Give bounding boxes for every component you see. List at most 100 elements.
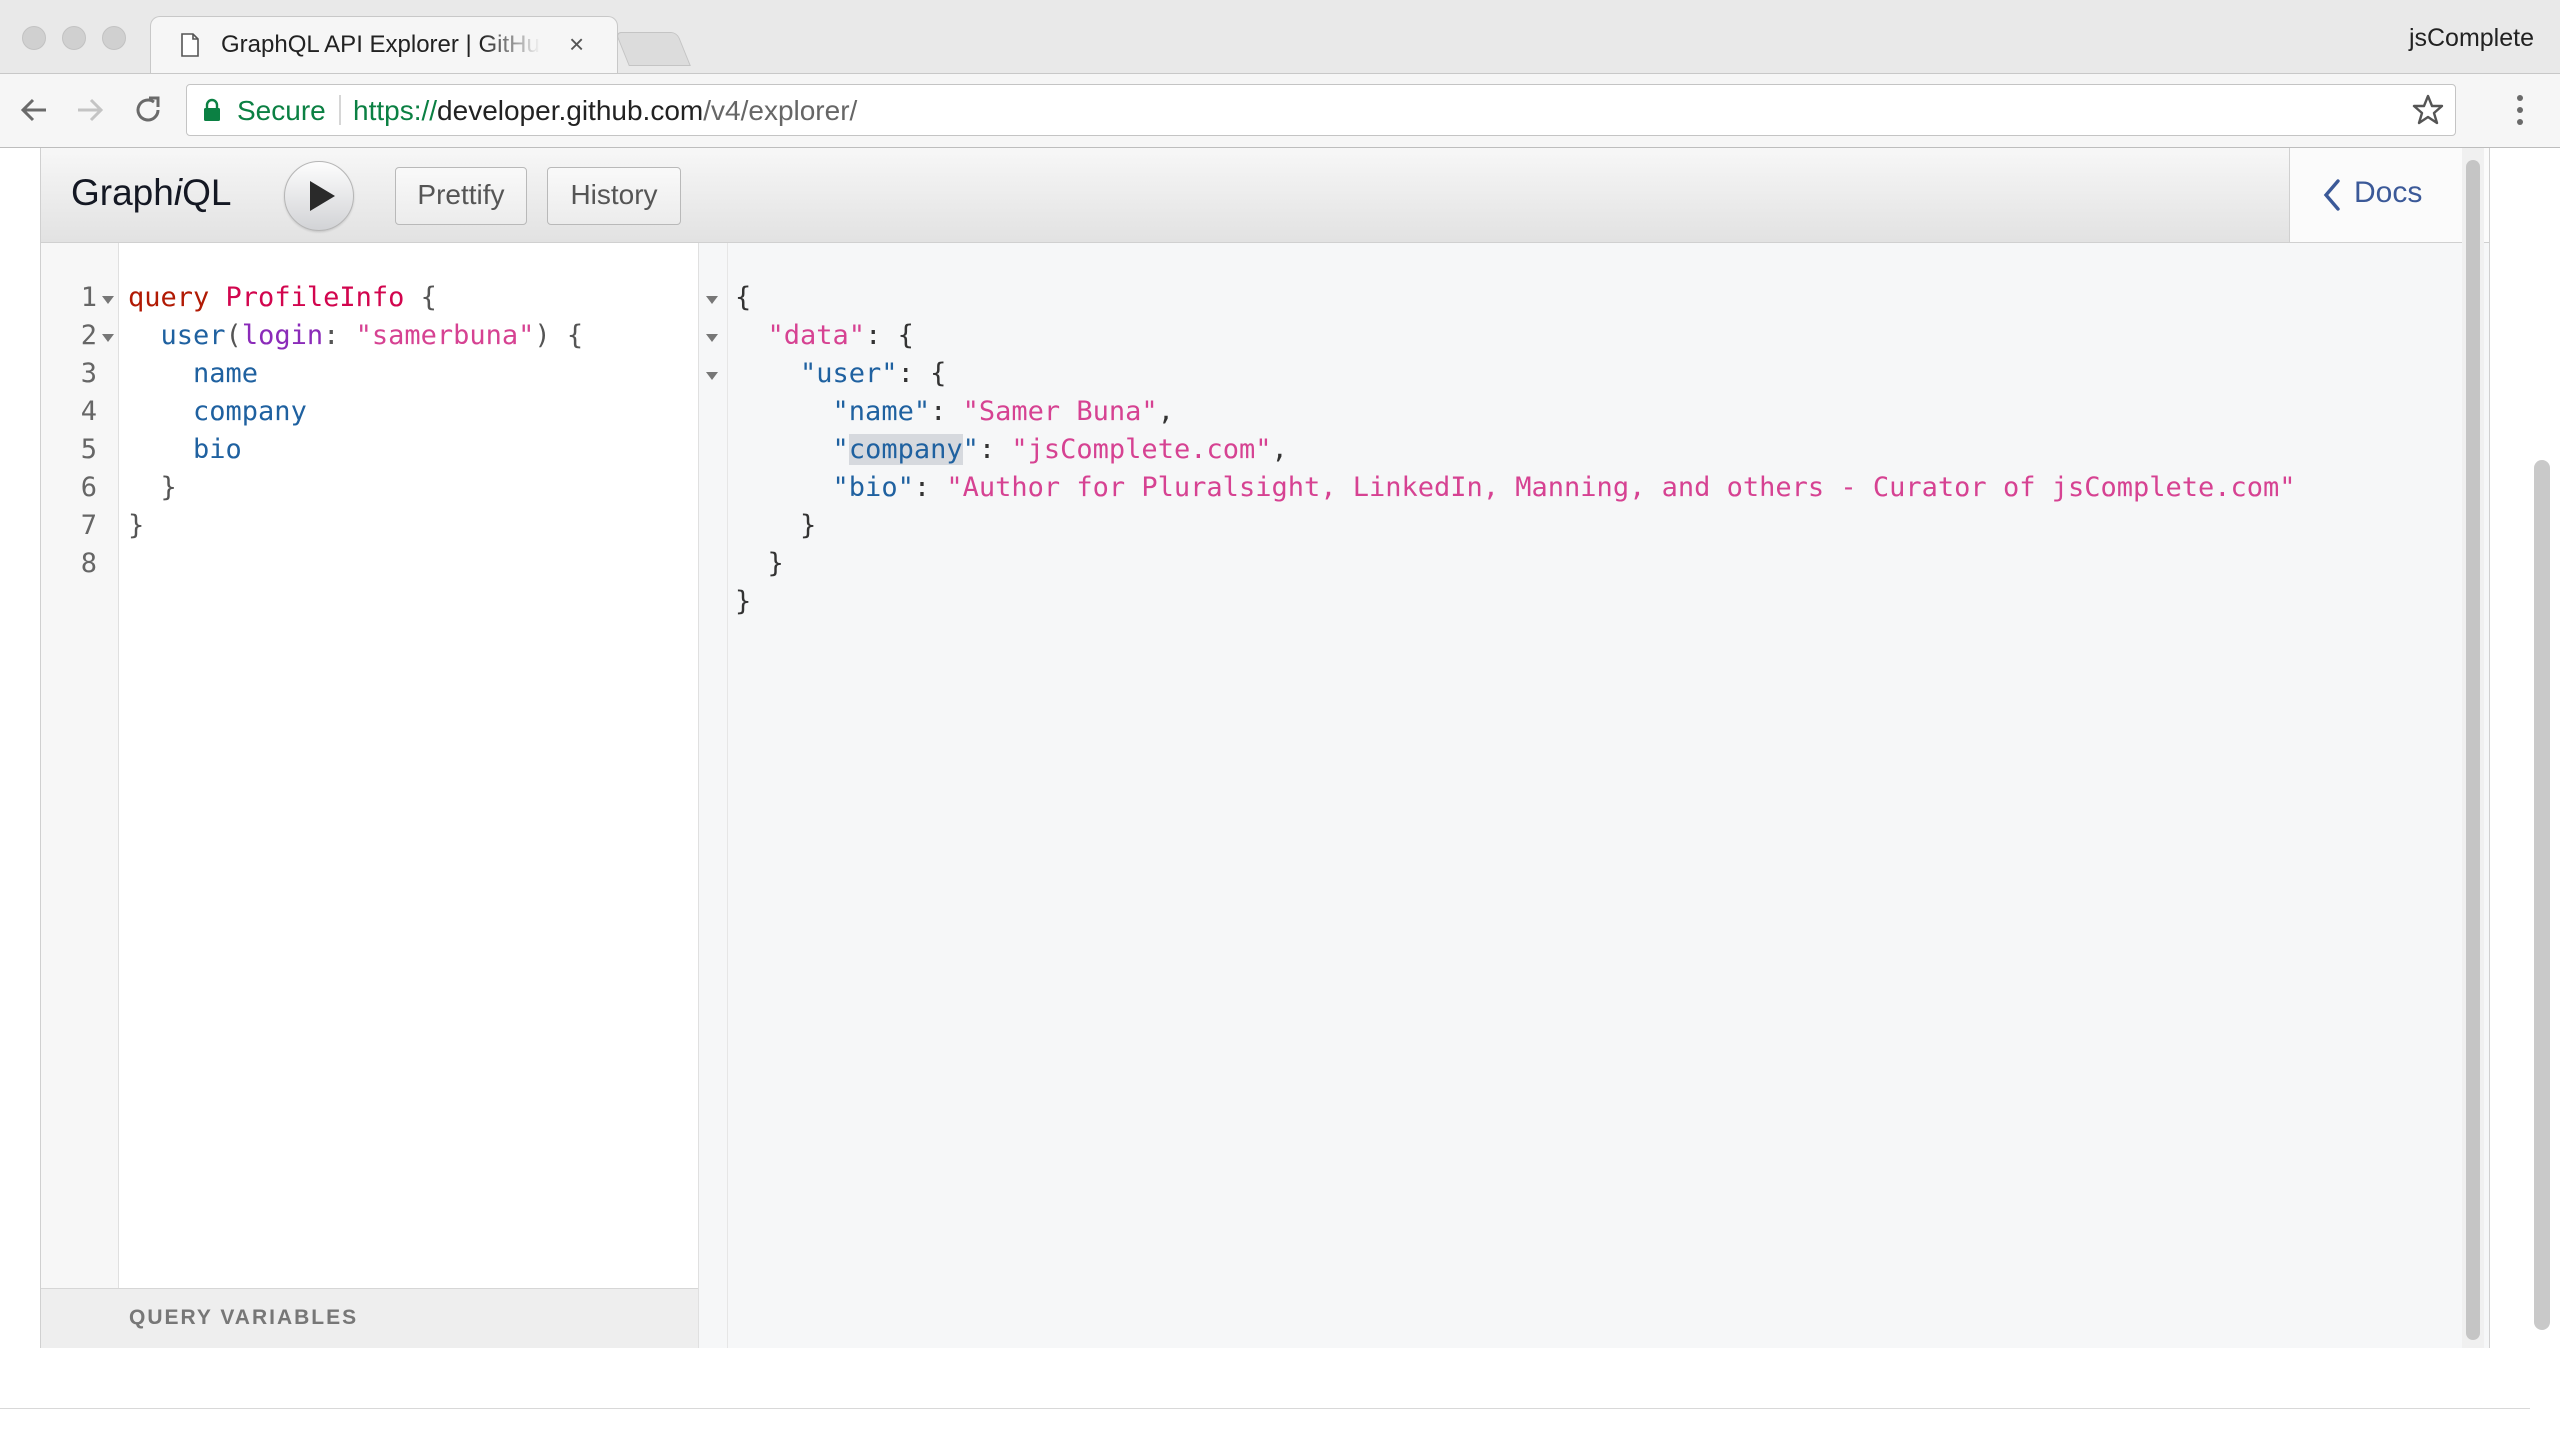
line-number: 5 [80, 434, 97, 465]
browser-profile-name[interactable]: jsComplete [2409, 24, 2534, 53]
browser-menu-icon[interactable] [2512, 90, 2528, 130]
json-key-token: " [962, 434, 979, 465]
punct-token: } [800, 510, 817, 541]
punct-token: { [735, 282, 752, 313]
result-line: } [735, 545, 784, 583]
title-suffix: QL [182, 172, 232, 213]
result-line: "data": { [735, 317, 914, 355]
tab-close-icon[interactable]: × [569, 29, 584, 60]
punct-token: } [767, 548, 784, 579]
punct-token: { [420, 282, 437, 313]
query-line: company [128, 393, 307, 431]
address-separator [339, 95, 341, 125]
graphiql-app: GraphiQL Prettify History Docs 1 2 3 4 5… [40, 148, 2490, 1348]
secure-label: Secure [237, 95, 326, 126]
argument-token: login [241, 320, 324, 351]
query-variables-toggle[interactable]: QUERY VARIABLES [41, 1288, 698, 1348]
reload-icon[interactable] [130, 92, 166, 128]
punct-token: : [930, 396, 963, 427]
history-button[interactable]: History [547, 167, 681, 225]
punct-token: : { [897, 358, 947, 389]
json-key-token: "bio" [832, 472, 914, 503]
result-line: "user": { [735, 355, 946, 393]
punct-token: : [323, 320, 356, 351]
window-minimize-button[interactable] [62, 26, 86, 50]
fold-marker-icon[interactable] [101, 333, 115, 343]
url-scheme: https:// [353, 95, 438, 126]
query-line: user(login: "samerbuna") { [128, 317, 584, 355]
line-number: 3 [80, 358, 97, 389]
graphiql-scrollbar[interactable] [2466, 160, 2480, 1340]
result-line: "company": "jsComplete.com", [735, 431, 1288, 469]
result-line: "name": "Samer Buna", [735, 393, 1174, 431]
json-string-token: "jsComplete.com" [1011, 434, 1272, 465]
punct-token: , [1157, 396, 1174, 427]
fold-marker-icon[interactable] [705, 371, 719, 381]
document-icon [181, 33, 199, 57]
window-close-button[interactable] [22, 26, 46, 50]
punct-token: , [1271, 434, 1288, 465]
result-line: "bio": "Author for Pluralsight, LinkedIn… [735, 469, 2296, 507]
json-string-token: "Author for Pluralsight, LinkedIn, Manni… [946, 472, 2296, 503]
line-number: 1 [80, 282, 97, 313]
prettify-button[interactable]: Prettify [395, 167, 527, 225]
string-token: "samerbuna" [355, 320, 535, 351]
url-path: /v4/explorer/ [703, 95, 858, 126]
window-zoom-button[interactable] [102, 26, 126, 50]
query-code: query ProfileInfo { user(login: "samerbu… [41, 243, 698, 585]
line-number: 6 [80, 472, 97, 503]
result-line: } [735, 507, 816, 545]
json-key-token: "name" [832, 396, 931, 427]
result-fold-gutter [699, 243, 728, 1348]
browser-toolbar: Secure https://developer.github.com/v4/e… [0, 73, 2560, 148]
new-tab-button[interactable] [615, 32, 691, 66]
field-token: company [193, 396, 307, 427]
execute-query-button[interactable] [284, 161, 354, 231]
query-line: } [128, 507, 144, 545]
back-arrow-icon[interactable] [16, 92, 52, 128]
punct-token: : { [865, 320, 914, 351]
lock-icon [204, 98, 220, 121]
fold-marker-icon[interactable] [705, 333, 719, 343]
line-number: 2 [80, 320, 97, 351]
result-viewer[interactable]: { "data": { "user": { "name": "Samer Bun… [699, 243, 2489, 1348]
line-number: 7 [80, 510, 97, 541]
url-host: developer.github.com [437, 95, 704, 126]
fold-marker-icon[interactable] [101, 295, 115, 305]
address-bar[interactable]: Secure https://developer.github.com/v4/e… [186, 84, 2456, 136]
line-number: 8 [80, 548, 97, 579]
chevron-left-icon [2323, 179, 2340, 211]
line-number-gutter: 1 2 3 4 5 6 7 8 [41, 243, 119, 1288]
forward-arrow-icon[interactable] [72, 92, 108, 128]
punct-token: } [735, 586, 752, 617]
fold-marker-icon[interactable] [705, 295, 719, 305]
query-editor[interactable]: 1 2 3 4 5 6 7 8 query ProfileInfo { user… [41, 243, 699, 1348]
query-line: query ProfileInfo { [128, 279, 437, 317]
json-key-token: "data" [767, 320, 866, 351]
keyword-token: query [128, 282, 210, 313]
docs-button[interactable]: Docs [2289, 148, 2489, 242]
punct-token: } [160, 472, 177, 503]
punct-token: : [913, 472, 947, 503]
page-scrollbar[interactable] [2534, 460, 2550, 1330]
punct-token: ( [225, 320, 242, 351]
title-prefix: Graph [71, 172, 174, 213]
query-line: name [128, 355, 258, 393]
result-line: } [735, 583, 751, 621]
page-divider [0, 1408, 2530, 1409]
docs-label: Docs [2354, 176, 2423, 209]
operation-name-token: ProfileInfo [225, 282, 405, 313]
punct-token: ) { [534, 320, 584, 351]
bookmark-star-icon[interactable] [2411, 93, 2445, 127]
highlighted-json-key-token: company [848, 434, 963, 465]
punct-token: } [128, 510, 145, 541]
field-token: bio [193, 434, 242, 465]
json-string-token: "Samer Buna" [962, 396, 1158, 427]
line-number: 4 [80, 396, 97, 427]
browser-tab-graphql-explorer[interactable]: GraphQL API Explorer | GitHub × [150, 16, 618, 73]
browser-tab-bar: GraphQL API Explorer | GitHub × jsComple… [0, 0, 2560, 73]
tab-title-fade [481, 27, 541, 63]
field-token: name [193, 358, 259, 389]
punct-token: : [978, 434, 1012, 465]
query-variables-label: QUERY VARIABLES [129, 1306, 359, 1329]
